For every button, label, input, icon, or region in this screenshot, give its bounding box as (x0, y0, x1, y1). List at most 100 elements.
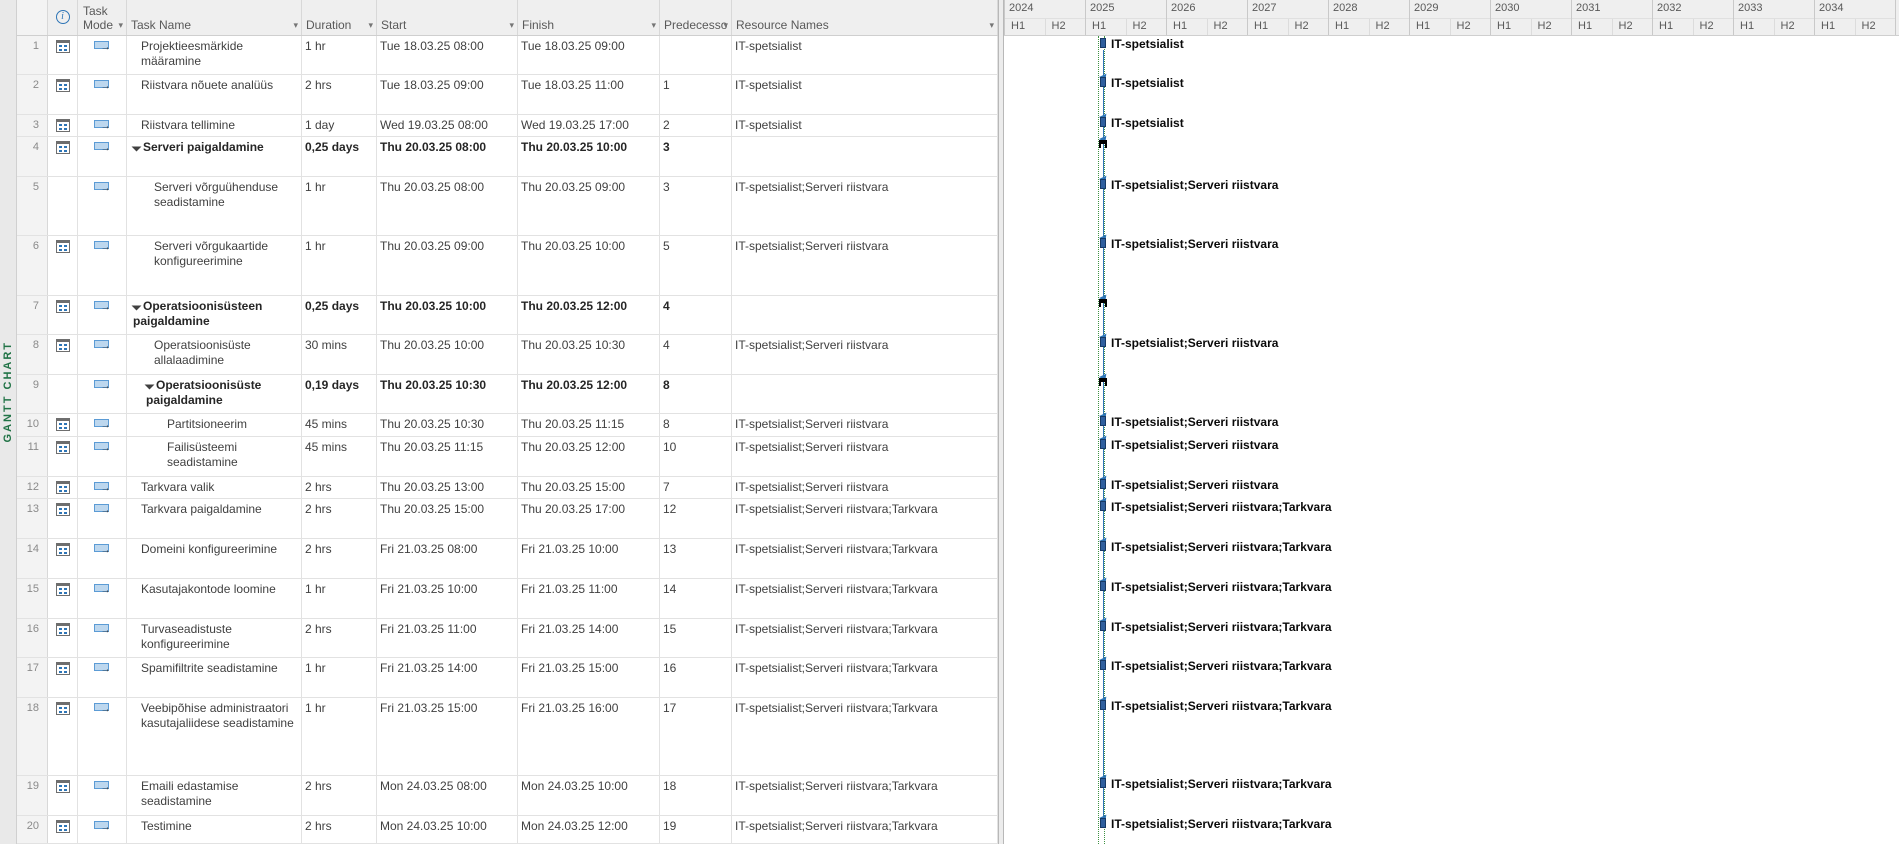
predecessor-cell[interactable]: 1 (660, 75, 732, 114)
resources-cell[interactable]: IT-spetsialist;Serveri riistvara (732, 236, 998, 295)
task-mode-cell[interactable]: → (78, 375, 127, 413)
duration-cell[interactable]: 1 day (302, 115, 377, 136)
task-name-cell[interactable]: Operatsioonisüsteen paigaldamine (127, 296, 302, 334)
duration-cell[interactable]: 2 hrs (302, 539, 377, 578)
filter-arrow-icon[interactable]: ▾ (509, 18, 514, 32)
task-mode-cell[interactable]: → (78, 776, 127, 815)
finish-cell[interactable]: Thu 20.03.25 10:30 (518, 335, 660, 374)
task-mode-cell[interactable]: → (78, 477, 127, 498)
start-cell[interactable]: Fri 21.03.25 11:00 (377, 619, 518, 657)
row-number-cell[interactable]: 20 (17, 816, 48, 843)
task-mode-cell[interactable]: → (78, 236, 127, 295)
resources-cell[interactable]: IT-spetsialist;Serveri riistvara;Tarkvar… (732, 619, 998, 657)
finish-cell[interactable]: Thu 20.03.25 12:00 (518, 437, 660, 476)
start-cell[interactable]: Tue 18.03.25 09:00 (377, 75, 518, 114)
task-mode-cell[interactable]: → (78, 539, 127, 578)
duration-cell[interactable]: 0,25 days (302, 137, 377, 176)
task-mode-cell[interactable]: → (78, 36, 127, 74)
task-name-cell[interactable]: Spamifiltrite seadistamine (127, 658, 302, 697)
row-number-cell[interactable]: 17 (17, 658, 48, 697)
task-mode-cell[interactable]: → (78, 137, 127, 176)
task-name-cell[interactable]: Tarkvara paigaldamine (127, 499, 302, 538)
duration-cell[interactable]: 30 mins (302, 335, 377, 374)
filter-arrow-icon[interactable]: ▾ (723, 18, 728, 32)
gantt-bar[interactable] (1100, 479, 1106, 489)
task-mode-cell[interactable]: → (78, 414, 127, 436)
task-mode-cell[interactable]: → (78, 115, 127, 136)
gantt-bar[interactable] (1100, 416, 1106, 426)
finish-cell[interactable]: Tue 18.03.25 11:00 (518, 75, 660, 114)
resources-cell[interactable]: IT-spetsialist;Serveri riistvara;Tarkvar… (732, 499, 998, 538)
task-name-cell[interactable]: Operatsioonisüste allalaadimine (127, 335, 302, 374)
task-mode-cell[interactable]: → (78, 75, 127, 114)
start-cell[interactable]: Thu 20.03.25 10:30 (377, 375, 518, 413)
row-number-cell[interactable]: 9 (17, 375, 48, 413)
filter-arrow-icon[interactable]: ▾ (118, 18, 123, 32)
predecessor-cell[interactable]: 19 (660, 816, 732, 843)
predecessor-cell[interactable]: 3 (660, 177, 732, 235)
predecessor-cell[interactable]: 12 (660, 499, 732, 538)
duration-cell[interactable]: 0,25 days (302, 296, 377, 334)
predecessor-cell[interactable]: 10 (660, 437, 732, 476)
start-cell[interactable]: Thu 20.03.25 10:00 (377, 335, 518, 374)
gantt-bar[interactable] (1100, 337, 1106, 347)
resources-cell[interactable]: IT-spetsialist;Serveri riistvara (732, 177, 998, 235)
resources-cell[interactable] (732, 137, 998, 176)
task-name-cell[interactable]: Serveri võrgukaartide konfigureerimine (127, 236, 302, 295)
task-name-cell[interactable]: Turvaseadistuste konfigureerimine (127, 619, 302, 657)
gantt-bar[interactable] (1100, 77, 1106, 87)
gantt-bar[interactable] (1100, 179, 1106, 189)
resources-cell[interactable]: IT-spetsialist (732, 36, 998, 74)
row-number-cell[interactable]: 10 (17, 414, 48, 436)
task-name-cell[interactable]: Riistvara nõuete analüüs (127, 75, 302, 114)
resources-cell[interactable]: IT-spetsialist;Serveri riistvara (732, 437, 998, 476)
task-mode-cell[interactable]: → (78, 335, 127, 374)
duration-cell[interactable]: 2 hrs (302, 477, 377, 498)
duration-cell[interactable]: 45 mins (302, 414, 377, 436)
duration-cell[interactable]: 45 mins (302, 437, 377, 476)
filter-arrow-icon[interactable]: ▾ (651, 18, 656, 32)
task-name-cell[interactable]: Serveri paigaldamine (127, 137, 302, 176)
row-number-cell[interactable]: 18 (17, 698, 48, 775)
start-cell[interactable]: Thu 20.03.25 15:00 (377, 499, 518, 538)
duration-cell[interactable]: 2 hrs (302, 75, 377, 114)
gantt-bar[interactable] (1100, 238, 1106, 248)
duration-cell[interactable]: 1 hr (302, 658, 377, 697)
start-cell[interactable]: Thu 20.03.25 08:00 (377, 137, 518, 176)
task-mode-cell[interactable]: → (78, 177, 127, 235)
finish-cell[interactable]: Thu 20.03.25 10:00 (518, 137, 660, 176)
finish-cell[interactable]: Fri 21.03.25 14:00 (518, 619, 660, 657)
row-number-cell[interactable]: 8 (17, 335, 48, 374)
gantt-summary-bar[interactable] (1099, 299, 1107, 307)
predecessor-cell[interactable]: 8 (660, 414, 732, 436)
row-number-cell[interactable]: 4 (17, 137, 48, 176)
duration-cell[interactable]: 1 hr (302, 698, 377, 775)
start-cell[interactable]: Fri 21.03.25 10:00 (377, 579, 518, 618)
start-cell[interactable]: Fri 21.03.25 08:00 (377, 539, 518, 578)
start-cell[interactable]: Fri 21.03.25 15:00 (377, 698, 518, 775)
resources-cell[interactable]: IT-spetsialist;Serveri riistvara (732, 335, 998, 374)
start-cell[interactable]: Thu 20.03.25 11:15 (377, 437, 518, 476)
predecessor-cell[interactable]: 4 (660, 335, 732, 374)
start-cell[interactable]: Fri 21.03.25 14:00 (377, 658, 518, 697)
start-cell[interactable]: Mon 24.03.25 08:00 (377, 776, 518, 815)
duration-cell[interactable]: 1 hr (302, 36, 377, 74)
row-number-cell[interactable]: 7 (17, 296, 48, 334)
duration-cell[interactable]: 2 hrs (302, 776, 377, 815)
finish-cell[interactable]: Wed 19.03.25 17:00 (518, 115, 660, 136)
task-mode-cell[interactable]: → (78, 296, 127, 334)
finish-cell[interactable]: Fri 21.03.25 11:00 (518, 579, 660, 618)
row-number-cell[interactable]: 2 (17, 75, 48, 114)
gantt-bar[interactable] (1100, 38, 1106, 48)
predecessor-cell[interactable]: 13 (660, 539, 732, 578)
task-name-cell[interactable]: Tarkvara valik (127, 477, 302, 498)
predecessor-cell[interactable]: 4 (660, 296, 732, 334)
row-number-cell[interactable]: 12 (17, 477, 48, 498)
start-cell[interactable]: Thu 20.03.25 09:00 (377, 236, 518, 295)
start-cell[interactable]: Thu 20.03.25 08:00 (377, 177, 518, 235)
finish-cell[interactable]: Mon 24.03.25 12:00 (518, 816, 660, 843)
row-number-cell[interactable]: 3 (17, 115, 48, 136)
gantt-summary-bar[interactable] (1099, 140, 1107, 148)
task-name-cell[interactable]: Domeini konfigureerimine (127, 539, 302, 578)
column-header-start[interactable]: Start ▾ (377, 0, 518, 35)
